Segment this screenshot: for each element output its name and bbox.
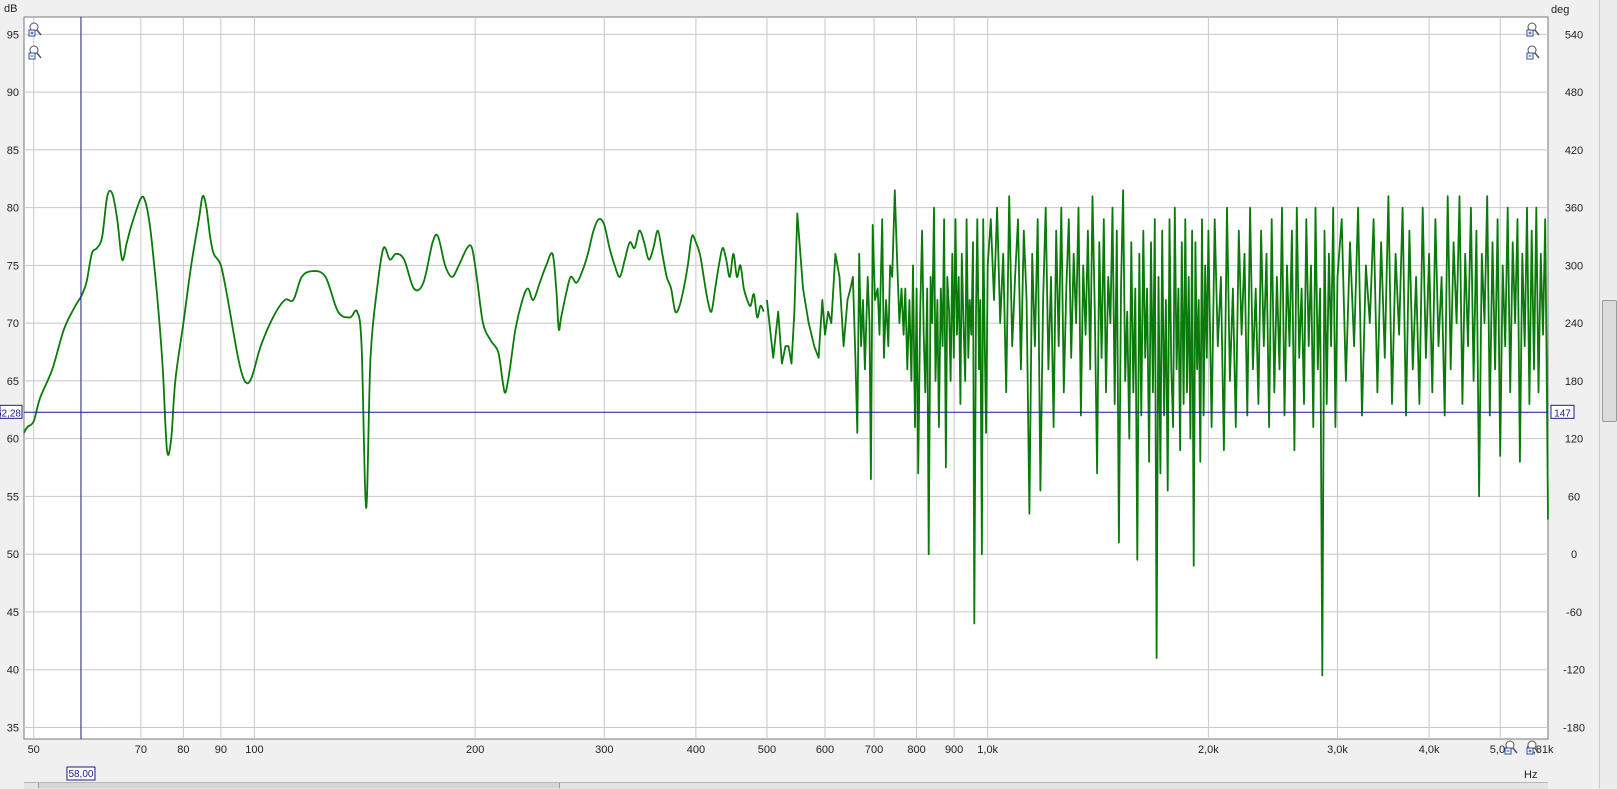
y-tick-label-right: -120 <box>1563 665 1585 677</box>
x-tick-label: 90 <box>215 744 227 756</box>
y-tick-label-left: 35 <box>7 722 19 734</box>
y-tick-label-right: 60 <box>1568 491 1580 503</box>
y-tick-label-right: 360 <box>1565 203 1583 215</box>
vertical-scrollbar[interactable] <box>1599 0 1617 788</box>
zoom-out-icon <box>1504 740 1518 755</box>
y-tick-label-left: 70 <box>7 318 19 330</box>
y-tick-label-left: 55 <box>7 491 19 503</box>
x-tick-label: 4,0k <box>1419 744 1440 756</box>
x-tick-label: 70 <box>135 744 147 756</box>
y-tick-label-right: 180 <box>1565 376 1583 388</box>
y-tick-label-left: 90 <box>7 87 19 99</box>
x-tick-label: 900 <box>945 744 963 756</box>
y-axis-unit-left: dB <box>4 3 17 15</box>
y-tick-label-right: 240 <box>1565 318 1583 330</box>
x-tick-label: 700 <box>865 744 883 756</box>
y-tick-label-right: 120 <box>1565 434 1583 446</box>
y-tick-label-left: 95 <box>7 29 19 41</box>
x-tick-label: 100 <box>245 744 263 756</box>
cursor-x-readout: 58,00 <box>68 769 93 780</box>
x-tick-label: 2,0k <box>1198 744 1219 756</box>
horizontal-scrollbar-thumb[interactable] <box>38 783 560 788</box>
cursor-y-left-readout: 62,28 <box>0 408 21 419</box>
x-tick-label: 600 <box>816 744 834 756</box>
y-tick-label-left: 80 <box>7 203 19 215</box>
x-axis-unit: Hz <box>1524 769 1537 781</box>
y-tick-label-right: 0 <box>1571 549 1577 561</box>
x-tick-label: 400 <box>687 744 705 756</box>
y-tick-label-left: 45 <box>7 607 19 619</box>
x-tick-label: 500 <box>758 744 776 756</box>
vertical-scrollbar-thumb[interactable] <box>1602 300 1617 422</box>
x-tick-label: 80 <box>177 744 189 756</box>
y-tick-label-right: 300 <box>1565 260 1583 272</box>
y-tick-label-left: 65 <box>7 376 19 388</box>
y-axis-unit-right: deg <box>1551 4 1569 16</box>
zoom-out-bottom-right-button[interactable] <box>1504 740 1518 755</box>
y-tick-label-right: -60 <box>1566 607 1582 619</box>
y-tick-label-right: -180 <box>1563 722 1585 734</box>
y-tick-label-left: 85 <box>7 145 19 157</box>
frequency-response-chart[interactable]: 58,0062,28147 50708090100200300400500600… <box>0 0 1600 788</box>
y-tick-label-right: 420 <box>1565 145 1583 157</box>
y-tick-label-left: 60 <box>7 434 19 446</box>
plot-area[interactable] <box>23 16 1549 740</box>
x-tick-label: 200 <box>466 744 484 756</box>
y-tick-label-right: 480 <box>1565 87 1583 99</box>
x-tick-label: 50 <box>28 744 40 756</box>
y-tick-label-left: 50 <box>7 549 19 561</box>
cursor-y-right-readout: 147 <box>1554 408 1571 419</box>
x-tick-label: 800 <box>907 744 925 756</box>
x-tick-label: 3,0k <box>1327 744 1348 756</box>
y-tick-label-left: 75 <box>7 260 19 272</box>
x-tick-label: 1,0k <box>977 744 998 756</box>
x-tick-label: 300 <box>595 744 613 756</box>
y-tick-label-right: 540 <box>1565 29 1583 41</box>
y-tick-label-left: 40 <box>7 665 19 677</box>
